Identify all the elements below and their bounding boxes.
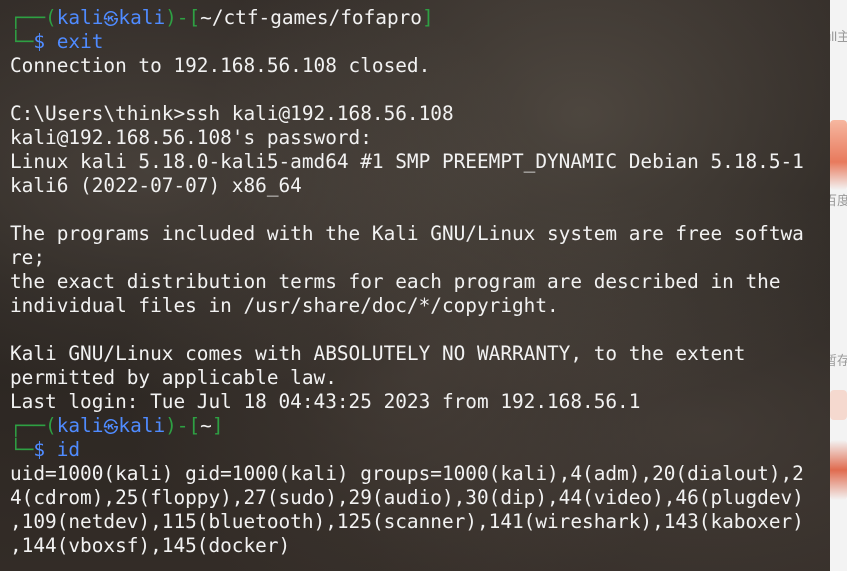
output-line: Last login: Tue Jul 18 04:43:25 2023 fro… (10, 390, 641, 413)
background-window-text: 暂存 (830, 353, 847, 368)
terminal-window[interactable]: ┌──(kali㉿kali)-[~/ctf-games/fofapro] └─$ … (0, 0, 830, 571)
prompt-bracket: └─ (10, 438, 34, 461)
prompt-host: kali (118, 6, 166, 29)
output-line: kali6 (2022-07-07) x86_64 (10, 174, 302, 197)
output-line: Kali GNU/Linux comes with ABSOLUTELY NO … (10, 342, 746, 365)
output-line: 4(cdrom),25(floppy),27(sudo),29(audio),3… (10, 486, 804, 509)
output-line: Connection to 192.168.56.108 closed. (10, 54, 431, 77)
background-app-icon (830, 120, 847, 190)
kali-skull-icon: ㉿ (103, 10, 119, 28)
background-window-text: 百度网 (830, 193, 847, 208)
background-app-icon (830, 440, 847, 500)
prompt-bracket: )-[ (165, 6, 201, 29)
prompt-dollar: $ (33, 30, 57, 53)
output-line: kali@192.168.56.108's password: (10, 126, 372, 149)
prompt-bracket: )-[ (165, 414, 201, 437)
output-line: Linux kali 5.18.0-kali5-amd64 #1 SMP PRE… (10, 150, 804, 173)
prompt-user: kali (56, 6, 104, 29)
command-text: id (56, 438, 81, 461)
output-line: ,109(netdev),115(bluetooth),125(scanner)… (10, 510, 804, 533)
prompt-directory: ~ (200, 414, 212, 437)
prompt-bracket: ┌──( (10, 6, 57, 29)
prompt-directory: ~/ctf-games/fofapro (200, 6, 422, 29)
prompt-bracket: └─ (10, 30, 34, 53)
command-text: exit (56, 30, 104, 53)
output-line: uid=1000(kali) gid=1000(kali) groups=100… (10, 462, 804, 485)
prompt-header-line: ┌──(kali㉿kali)-[~/ctf-games/fofapro] (10, 6, 434, 30)
output-line: ,144(vboxsf),145(docker) (10, 534, 291, 557)
output-line: individual files in /usr/share/doc/*/cop… (10, 294, 559, 317)
background-window-edge: ull主 百度网 暂存 (830, 0, 847, 571)
prompt-host: kali (118, 414, 166, 437)
background-app-icon (830, 390, 847, 420)
prompt-command-line: └─$ id (10, 438, 80, 462)
output-line: permitted by applicable law. (10, 366, 337, 389)
output-line: the exact distribution terms for each pr… (10, 270, 781, 293)
output-line: re; (10, 246, 46, 269)
output-line: The programs included with the Kali GNU/… (10, 222, 804, 245)
prompt-command-line: └─$ exit (10, 30, 103, 54)
prompt-bracket: ] (211, 414, 224, 437)
kali-skull-icon: ㉿ (103, 418, 119, 436)
output-line: C:\Users\think>ssh kali@192.168.56.108 (10, 102, 454, 125)
prompt-header-line: ┌──(kali㉿kali)-[~] (10, 414, 224, 438)
prompt-user: kali (56, 414, 104, 437)
prompt-bracket: ] (421, 6, 434, 29)
prompt-dollar: $ (33, 438, 57, 461)
background-window-text: ull主 (830, 29, 847, 44)
prompt-bracket: ┌──( (10, 414, 57, 437)
